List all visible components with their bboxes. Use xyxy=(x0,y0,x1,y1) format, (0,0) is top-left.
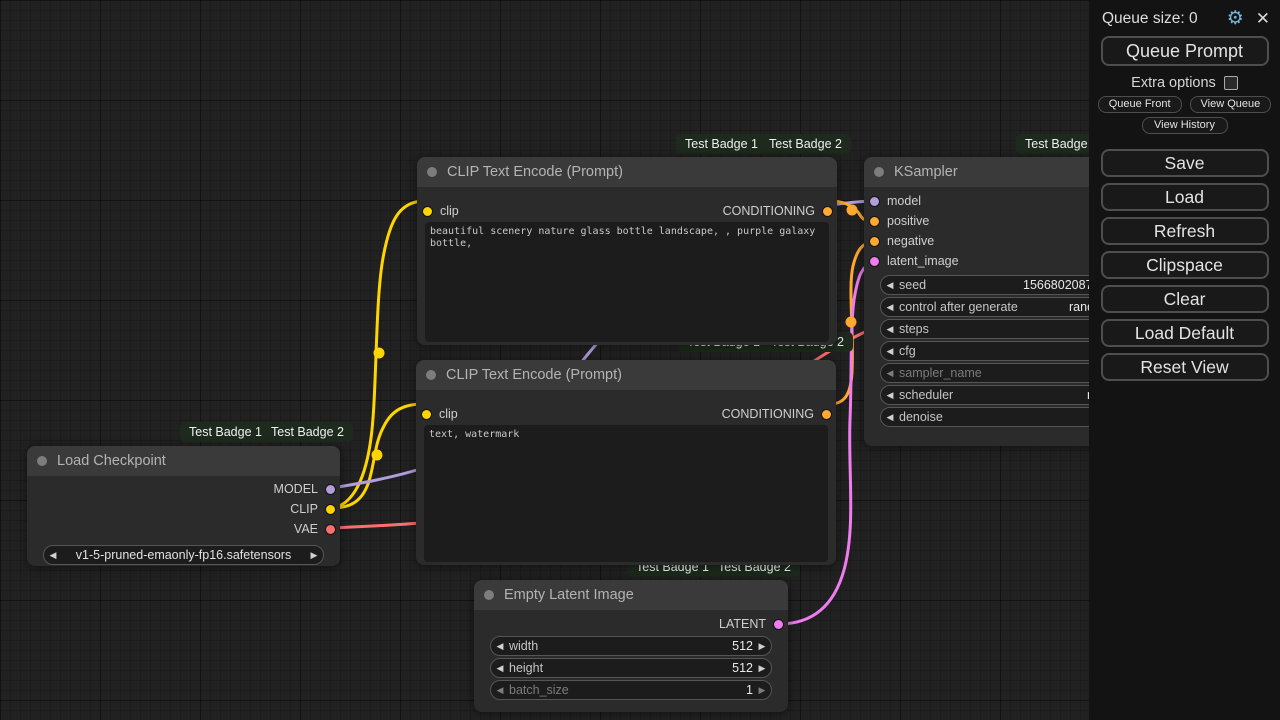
node-title: CLIP Text Encode (Prompt) xyxy=(447,164,623,180)
conditioning-port-icon[interactable] xyxy=(822,206,833,217)
menu-panel: Queue size: 0 ⚙ ✕ Queue Prompt Extra opt… xyxy=(1089,0,1280,720)
input-clip[interactable]: clip xyxy=(416,404,458,424)
input-clip[interactable]: clip xyxy=(417,201,459,221)
prev-arrow-icon[interactable]: ◀ xyxy=(881,302,899,313)
queue-front-button[interactable]: Queue Front xyxy=(1098,96,1182,113)
prev-arrow-icon[interactable]: ◀ xyxy=(491,685,509,696)
prev-arrow-icon[interactable]: ◀ xyxy=(881,390,899,401)
load-button[interactable]: Load xyxy=(1101,183,1269,211)
conditioning-port-icon[interactable] xyxy=(869,236,880,247)
node-title: Empty Latent Image xyxy=(504,587,634,603)
node-title: KSampler xyxy=(894,164,958,180)
prev-arrow-icon[interactable]: ◀ xyxy=(881,280,899,291)
output-clip[interactable]: CLIP xyxy=(27,499,340,519)
extra-options-checkbox[interactable] xyxy=(1224,76,1238,90)
queue-size-label: Queue size: 0 xyxy=(1102,10,1227,28)
output-conditioning[interactable]: CONDITIONING xyxy=(722,404,836,424)
close-icon[interactable]: ✕ xyxy=(1256,10,1270,27)
width-widget[interactable]: ◀ width 512 ▶ xyxy=(490,636,772,656)
clip-port-icon[interactable] xyxy=(421,409,432,420)
view-history-button[interactable]: View History xyxy=(1142,117,1228,134)
next-arrow-icon[interactable]: ▶ xyxy=(753,663,771,674)
vae-port-icon[interactable] xyxy=(325,524,336,535)
node-title-bar[interactable]: CLIP Text Encode (Prompt) xyxy=(416,360,836,390)
output-vae[interactable]: VAE xyxy=(27,519,340,539)
link-dot xyxy=(847,205,858,216)
extra-options-label: Extra options xyxy=(1131,75,1216,91)
output-conditioning[interactable]: CONDITIONING xyxy=(723,201,837,221)
prev-arrow-icon[interactable]: ◀ xyxy=(491,663,509,674)
node-title-bar[interactable]: Load Checkpoint xyxy=(27,446,340,476)
node-badge: Test Badge 2 xyxy=(262,422,353,442)
clip-port-icon[interactable] xyxy=(422,206,433,217)
node-badge: Test Badge 2 xyxy=(760,134,851,154)
ckpt-name-combo[interactable]: ◀ v1-5-pruned-emaonly-fp16.safetensors ▶ xyxy=(43,545,324,565)
model-port-icon[interactable] xyxy=(869,196,880,207)
next-arrow-icon[interactable]: ▶ xyxy=(753,641,771,652)
node-title: Load Checkpoint xyxy=(57,453,166,469)
clipspace-button[interactable]: Clipspace xyxy=(1101,251,1269,279)
node-badge: Test Badge 1 xyxy=(180,422,271,442)
prev-arrow-icon[interactable]: ◀ xyxy=(881,412,899,423)
collapse-dot-icon[interactable] xyxy=(484,590,494,600)
node-load-checkpoint[interactable]: Load Checkpoint MODEL CLIP VAE ◀ v1-5-pr… xyxy=(27,446,340,566)
link-dot xyxy=(374,348,385,359)
collapse-dot-icon[interactable] xyxy=(37,456,47,466)
output-latent[interactable]: LATENT xyxy=(474,614,788,634)
clip-port-icon[interactable] xyxy=(325,504,336,515)
reset-view-button[interactable]: Reset View xyxy=(1101,353,1269,381)
conditioning-port-icon[interactable] xyxy=(821,409,832,420)
save-button[interactable]: Save xyxy=(1101,149,1269,177)
refresh-button[interactable]: Refresh xyxy=(1101,217,1269,245)
node-empty-latent-image[interactable]: Empty Latent Image LATENT ◀ width 512 ▶ … xyxy=(474,580,788,712)
prev-arrow-icon[interactable]: ◀ xyxy=(881,324,899,335)
next-arrow-icon[interactable]: ▶ xyxy=(305,550,323,561)
view-queue-button[interactable]: View Queue xyxy=(1190,96,1272,113)
height-widget[interactable]: ◀ height 512 ▶ xyxy=(490,658,772,678)
latent-port-icon[interactable] xyxy=(869,256,880,267)
link-dot xyxy=(372,450,383,461)
node-graph-canvas[interactable]: Test Badge 1 Test Badge 2 Test Badge 1 T… xyxy=(0,0,1280,720)
latent-port-icon[interactable] xyxy=(773,619,784,630)
prompt-textarea[interactable]: text, watermark xyxy=(424,425,828,562)
node-title-bar[interactable]: CLIP Text Encode (Prompt) xyxy=(417,157,837,187)
prompt-textarea[interactable]: beautiful scenery nature glass bottle la… xyxy=(425,222,829,342)
node-clip-text-encode-positive[interactable]: CLIP Text Encode (Prompt) clip CONDITION… xyxy=(417,157,837,345)
node-title-bar[interactable]: Empty Latent Image xyxy=(474,580,788,610)
load-default-button[interactable]: Load Default xyxy=(1101,319,1269,347)
collapse-dot-icon[interactable] xyxy=(426,370,436,380)
output-model[interactable]: MODEL xyxy=(27,479,340,499)
queue-prompt-button[interactable]: Queue Prompt xyxy=(1101,36,1269,66)
node-clip-text-encode-negative[interactable]: CLIP Text Encode (Prompt) clip CONDITION… xyxy=(416,360,836,565)
batch-size-widget[interactable]: ◀ batch_size 1 ▶ xyxy=(490,680,772,700)
prev-arrow-icon[interactable]: ◀ xyxy=(44,550,62,561)
collapse-dot-icon[interactable] xyxy=(427,167,437,177)
model-port-icon[interactable] xyxy=(325,484,336,495)
prev-arrow-icon[interactable]: ◀ xyxy=(881,368,899,379)
next-arrow-icon[interactable]: ▶ xyxy=(753,685,771,696)
prev-arrow-icon[interactable]: ◀ xyxy=(881,346,899,357)
node-badge: Test Badge 1 xyxy=(676,134,767,154)
conditioning-port-icon[interactable] xyxy=(869,216,880,227)
settings-gear-icon[interactable]: ⚙ xyxy=(1227,9,1244,28)
clear-button[interactable]: Clear xyxy=(1101,285,1269,313)
prev-arrow-icon[interactable]: ◀ xyxy=(491,641,509,652)
collapse-dot-icon[interactable] xyxy=(874,167,884,177)
link-dot xyxy=(846,317,857,328)
node-title: CLIP Text Encode (Prompt) xyxy=(446,367,622,383)
